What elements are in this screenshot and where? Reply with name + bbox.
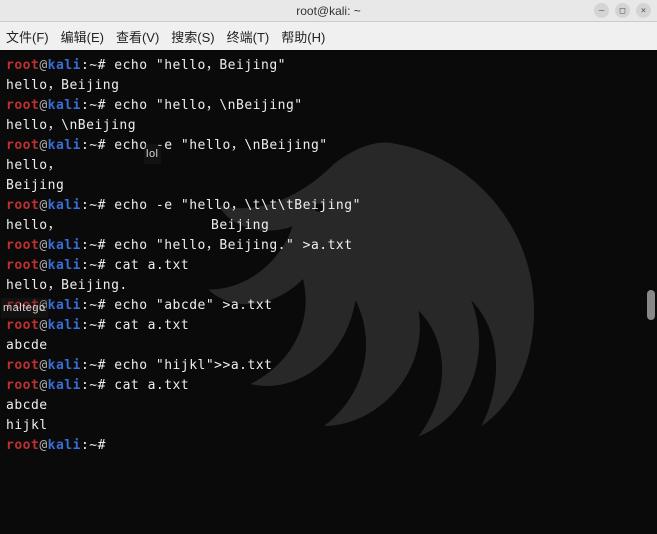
prompt-line: root@kali:~# echo "hijkl">>a.txt	[6, 356, 651, 376]
menu-terminal[interactable]: 终端(T)	[227, 27, 270, 46]
prompt-user: root	[6, 198, 39, 213]
prompt-path: :~#	[81, 358, 106, 373]
minimize-button[interactable]: –	[594, 3, 609, 18]
output-line: Beijing	[6, 176, 651, 196]
prompt-host: kali	[48, 378, 81, 393]
menu-search[interactable]: 搜索(S)	[171, 27, 214, 46]
prompt-line: root@kali:~# echo -e "hello，\t\t\tBeijin…	[6, 196, 651, 216]
prompt-path: :~#	[81, 318, 106, 333]
prompt-at: @	[39, 438, 47, 453]
annotation-lol: lol	[144, 144, 161, 164]
prompt-host: kali	[48, 238, 81, 253]
prompt-at: @	[39, 58, 47, 73]
output-line: hijkl	[6, 416, 651, 436]
output-text: hello，\nBeijing	[6, 118, 136, 133]
output-text: hello，Beijing	[6, 78, 119, 93]
prompt-host: kali	[48, 318, 81, 333]
prompt-line: root@kali:~# cat a.txt	[6, 316, 651, 336]
output-text: hijkl	[6, 418, 48, 433]
prompt-at: @	[39, 318, 47, 333]
prompt-user: root	[6, 58, 39, 73]
prompt-host: kali	[48, 258, 81, 273]
menu-view[interactable]: 查看(V)	[116, 27, 159, 46]
prompt-line: root@kali:~# echo "abcde" >a.txt	[6, 296, 651, 316]
prompt-line: root@kali:~# echo "hello，\nBeijing"	[6, 96, 651, 116]
scrollbar-thumb[interactable]	[647, 290, 655, 320]
command-text: echo -e "hello，\t\t\tBeijing"	[106, 198, 361, 213]
output-text: abcde	[6, 398, 48, 413]
prompt-user: root	[6, 98, 39, 113]
prompt-path: :~#	[81, 438, 106, 453]
command-text: cat a.txt	[106, 378, 189, 393]
output-text: hello， Beijing	[6, 218, 269, 233]
menu-file[interactable]: 文件(F)	[6, 27, 49, 46]
prompt-host: kali	[48, 438, 81, 453]
prompt-host: kali	[48, 298, 81, 313]
output-line: hello， Beijing	[6, 216, 651, 236]
output-line: abcde	[6, 396, 651, 416]
prompt-path: :~#	[81, 58, 106, 73]
prompt-at: @	[39, 198, 47, 213]
window-title: root@kali: ~	[296, 4, 361, 18]
menu-edit[interactable]: 编辑(E)	[61, 27, 104, 46]
prompt-user: root	[6, 258, 39, 273]
output-line: hello，\nBeijing	[6, 116, 651, 136]
prompt-at: @	[39, 378, 47, 393]
prompt-host: kali	[48, 138, 81, 153]
prompt-at: @	[39, 238, 47, 253]
command-text: echo "abcde" >a.txt	[106, 298, 273, 313]
command-text: echo "hello，Beijing"	[106, 58, 286, 73]
terminal-area[interactable]: root@kali:~# echo "hello，Beijing"hello，B…	[0, 50, 657, 534]
prompt-path: :~#	[81, 378, 106, 393]
prompt-user: root	[6, 318, 39, 333]
close-button[interactable]: ×	[636, 3, 651, 18]
command-text	[106, 438, 114, 453]
maximize-button[interactable]: □	[615, 3, 630, 18]
command-text: echo "hello，Beijing." >a.txt	[106, 238, 353, 253]
prompt-host: kali	[48, 58, 81, 73]
output-text: hello，Beijing.	[6, 278, 128, 293]
prompt-host: kali	[48, 198, 81, 213]
output-line: hello，Beijing	[6, 76, 651, 96]
prompt-user: root	[6, 378, 39, 393]
prompt-path: :~#	[81, 238, 106, 253]
output-line: abcde	[6, 336, 651, 356]
prompt-path: :~#	[81, 258, 106, 273]
annotation-maltego: maltego	[1, 298, 48, 318]
prompt-path: :~#	[81, 298, 106, 313]
window-controls: – □ ×	[594, 3, 651, 18]
output-text: abcde	[6, 338, 48, 353]
command-text: cat a.txt	[106, 318, 189, 333]
prompt-user: root	[6, 438, 39, 453]
command-text: cat a.txt	[106, 258, 189, 273]
prompt-line: root@kali:~# echo "hello，Beijing"	[6, 56, 651, 76]
menu-bar: 文件(F) 编辑(E) 查看(V) 搜索(S) 终端(T) 帮助(H)	[0, 22, 657, 50]
output-text: hello，	[6, 158, 61, 173]
title-bar: root@kali: ~ – □ ×	[0, 0, 657, 22]
prompt-at: @	[39, 258, 47, 273]
prompt-line: root@kali:~# cat a.txt	[6, 256, 651, 276]
prompt-path: :~#	[81, 98, 106, 113]
prompt-at: @	[39, 358, 47, 373]
prompt-line: root@kali:~# echo "hello，Beijing." >a.tx…	[6, 236, 651, 256]
prompt-user: root	[6, 238, 39, 253]
menu-help[interactable]: 帮助(H)	[281, 27, 325, 46]
output-text: Beijing	[6, 178, 64, 193]
command-text: echo "hijkl">>a.txt	[106, 358, 273, 373]
prompt-line: root@kali:~# cat a.txt	[6, 376, 651, 396]
prompt-user: root	[6, 138, 39, 153]
prompt-line: root@kali:~# echo -e "hello，\nBeijing"	[6, 136, 651, 156]
prompt-user: root	[6, 358, 39, 373]
output-line: hello，Beijing.	[6, 276, 651, 296]
prompt-at: @	[39, 98, 47, 113]
prompt-at: @	[39, 138, 47, 153]
prompt-path: :~#	[81, 198, 106, 213]
output-line: hello，	[6, 156, 651, 176]
prompt-host: kali	[48, 98, 81, 113]
command-text: echo -e "hello，\nBeijing"	[106, 138, 328, 153]
prompt-path: :~#	[81, 138, 106, 153]
prompt-line: root@kali:~#	[6, 436, 651, 456]
prompt-host: kali	[48, 358, 81, 373]
command-text: echo "hello，\nBeijing"	[106, 98, 303, 113]
